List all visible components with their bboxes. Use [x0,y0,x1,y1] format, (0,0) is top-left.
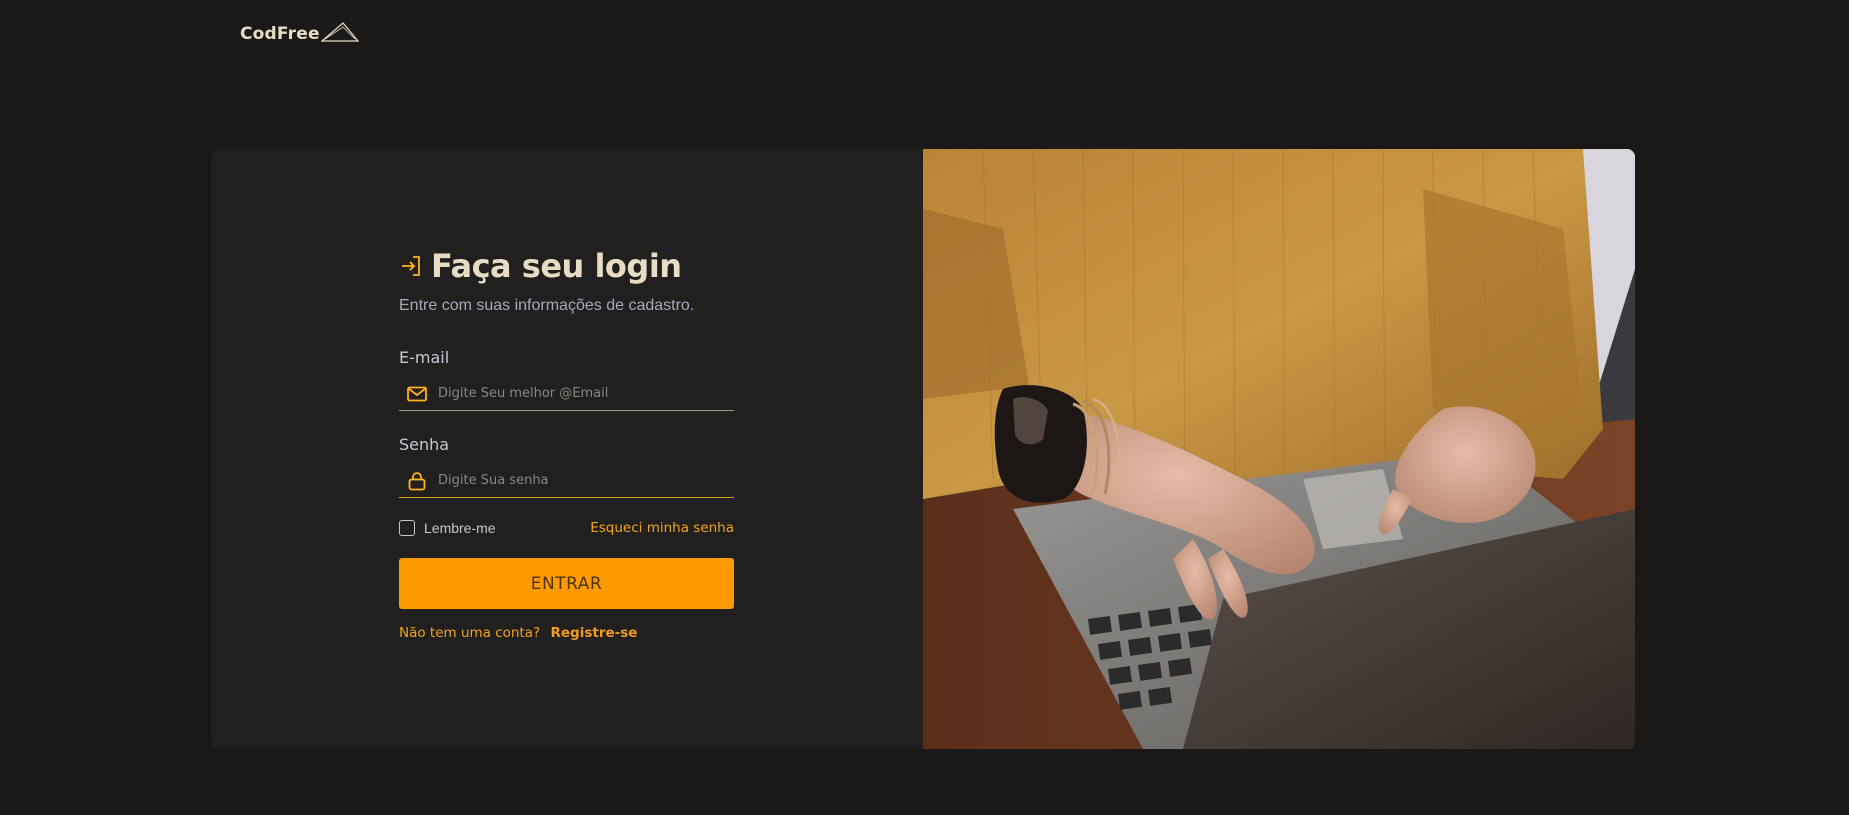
logo-text[interactable]: CodFree [240,24,320,44]
login-form: Faça seu login Entre com suas informaçõe… [399,247,734,641]
email-field-wrapper [399,377,734,411]
hero-image [923,149,1635,749]
login-button[interactable]: ENTRAR [399,558,734,609]
options-row: Lembre-me Esqueci minha senha [399,520,734,536]
header: CodFree [240,22,359,44]
logo-peak-icon [320,22,359,42]
password-input[interactable] [438,465,728,496]
page-title: Faça seu login [431,247,682,285]
title-row: Faça seu login [399,247,734,285]
password-field-wrapper [399,464,734,498]
register-link[interactable]: Registre-se [551,625,638,641]
forgot-password-link[interactable]: Esqueci minha senha [590,520,734,536]
lock-icon [408,471,426,490]
remember-checkbox[interactable] [399,520,415,536]
page-subtitle: Entre com suas informações de cadastro. [399,297,695,314]
register-row: Não tem uma conta? Registre-se [399,625,734,641]
no-account-text: Não tem uma conta? [399,625,541,641]
password-label: Senha [399,435,450,454]
laptop-typing-photo [923,149,1635,749]
envelope-icon [407,386,427,401]
email-label: E-mail [399,348,450,367]
sign-in-arrow-icon [402,256,420,276]
login-card: Faça seu login Entre com suas informaçõe… [211,149,1635,749]
remember-label[interactable]: Lembre-me [424,520,496,536]
remember-me[interactable]: Lembre-me [399,520,496,536]
login-panel: Faça seu login Entre com suas informaçõe… [211,149,923,749]
email-input[interactable] [438,378,728,409]
